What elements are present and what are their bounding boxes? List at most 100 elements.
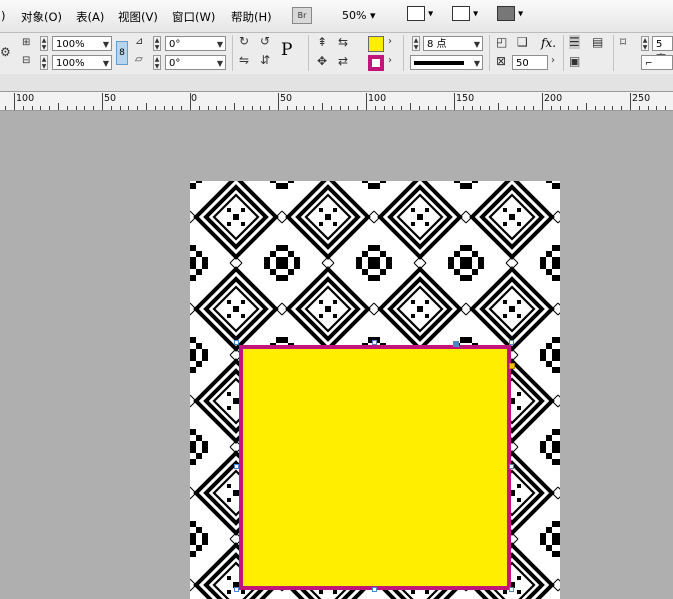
ruler-label: 150 — [456, 93, 475, 104]
ruler-tick — [612, 106, 613, 110]
scale-x-value: 100% — [56, 39, 85, 50]
ruler-label: 50 — [104, 93, 117, 104]
stroke-dropdown-icon[interactable]: › — [388, 55, 392, 66]
rotate-angle-value: 0° — [169, 39, 181, 50]
selection-handle[interactable] — [509, 340, 514, 345]
selection-handle[interactable] — [509, 464, 514, 469]
shadow-icon[interactable]: ❑ — [517, 35, 528, 49]
selected-rectangle-frame[interactable] — [239, 345, 511, 590]
ruler-tick — [516, 106, 517, 110]
menu-item-help[interactable]: 帮助(H) — [231, 9, 272, 25]
select-previous-icon[interactable]: ⇆ — [338, 35, 348, 49]
reference-point-icon[interactable]: ⚙ — [0, 45, 11, 59]
menu-item-view[interactable]: 视图(V) — [118, 9, 158, 25]
drop-shadow-icon[interactable]: ◰ — [496, 35, 507, 49]
view-options-icon — [407, 6, 425, 21]
shear-angle-field[interactable]: 0° ▼ — [165, 55, 226, 70]
selection-handle[interactable] — [234, 464, 239, 469]
ruler-tick — [595, 106, 596, 110]
ruler-tick — [269, 106, 270, 110]
selection-handle[interactable] — [372, 340, 377, 345]
select-content-icon[interactable]: ✥ — [317, 54, 327, 68]
ruler-tick — [445, 106, 446, 110]
ruler-tick — [656, 106, 657, 110]
menu-item-object[interactable]: 对象(O) — [21, 9, 62, 25]
shear-stepper[interactable]: ▲ ▼ — [153, 55, 161, 70]
fill-dropdown-icon[interactable]: › — [388, 36, 392, 47]
scale-x-field[interactable]: 100% ▼ — [52, 36, 112, 51]
frame-fitting-icon[interactable]: ⌑ — [620, 35, 626, 49]
ruler-tick — [84, 106, 85, 110]
opacity-field[interactable]: 50 — [512, 55, 548, 70]
toolbar-separator — [489, 35, 490, 71]
select-next-icon[interactable]: ⇄ — [338, 54, 348, 68]
arrange-documents-button[interactable]: ▾ — [497, 6, 523, 24]
stroke-type-select[interactable]: ▼ — [410, 55, 483, 70]
ruler-tick — [340, 106, 341, 110]
ruler-tick — [533, 106, 534, 110]
edge-field[interactable]: 5 毫 — [652, 36, 673, 65]
scale-y-field[interactable]: 100% ▼ — [52, 55, 112, 70]
ruler-label: 100 — [16, 93, 35, 104]
bridge-button[interactable]: Br — [292, 7, 312, 24]
selection-handle[interactable] — [234, 340, 239, 345]
horizontal-ruler[interactable]: 100 50 0 50 100 150 200 250 — [0, 91, 673, 111]
stroke-weight-field[interactable]: 8 点 ▼ — [423, 36, 483, 51]
selection-handle[interactable] — [509, 587, 514, 592]
live-corner-handle[interactable] — [509, 363, 515, 369]
selection-handle[interactable] — [372, 587, 377, 592]
ruler-tick — [472, 106, 473, 110]
zoom-dropdown[interactable]: 50% ▾ — [342, 9, 375, 22]
selection-handle[interactable] — [234, 587, 239, 592]
screen-mode-button[interactable]: ▾ — [452, 6, 478, 24]
content-grabber-handle[interactable] — [453, 341, 459, 347]
ruler-tick — [419, 106, 420, 110]
ruler-tick — [348, 106, 349, 110]
fill-color-swatch[interactable] — [368, 36, 384, 52]
rotate-angle-field[interactable]: 0° ▼ — [165, 36, 226, 51]
ruler-label: 0 — [191, 93, 198, 104]
ruler-tick — [208, 106, 209, 110]
auto-fit-icon[interactable]: ▣ — [569, 54, 580, 68]
rotate-stepper[interactable]: ▲ ▼ — [153, 36, 161, 51]
ruler-tick — [551, 106, 552, 110]
panel-gap — [0, 74, 673, 91]
frame-content-icon[interactable]: P — [281, 40, 292, 60]
menu-item-edit-fragment[interactable]: ) — [1, 9, 6, 23]
flip-horizontal-icon[interactable]: ⇋ — [239, 53, 249, 67]
stroke-weight-stepper[interactable]: ▲ ▼ — [412, 36, 420, 51]
stroke-color-swatch[interactable] — [368, 55, 384, 71]
ruler-tick — [164, 106, 165, 110]
ruler-tick — [278, 93, 279, 110]
effects-icon[interactable]: fx. — [541, 36, 556, 50]
menu-item-window[interactable]: 窗口(W) — [172, 9, 215, 25]
text-wrap-box-icon[interactable]: ▤ — [592, 35, 603, 49]
rotate-ccw-icon[interactable]: ↺ — [260, 34, 270, 48]
flip-vertical-icon[interactable]: ⇵ — [260, 53, 270, 67]
rotate-cw-icon[interactable]: ↻ — [239, 34, 249, 48]
ruler-tick — [137, 106, 138, 110]
ruler-tick — [542, 93, 543, 110]
edge-stepper[interactable]: ▲ ▼ — [641, 36, 649, 51]
ruler-tick — [243, 106, 244, 110]
scale-y-stepper[interactable]: ▲ ▼ — [40, 55, 48, 70]
ruler-tick — [648, 106, 649, 110]
ruler-tick — [155, 106, 156, 110]
ruler-tick — [296, 106, 297, 110]
ruler-tick — [524, 106, 525, 110]
ruler-tick — [604, 106, 605, 110]
text-wrap-none-icon[interactable]: ☰ — [569, 35, 580, 49]
opacity-dropdown-icon[interactable]: › — [551, 55, 555, 66]
corner-shape-select[interactable]: ⌐ — [641, 55, 673, 70]
toolbar-separator — [563, 35, 564, 71]
select-container-icon[interactable]: ⇞ — [317, 35, 327, 49]
toolbar-separator — [403, 35, 404, 71]
constrain-proportions-icon[interactable]: 8 — [116, 41, 128, 65]
ruler-tick — [498, 103, 499, 110]
view-options-button[interactable]: ▾ — [407, 6, 433, 24]
ruler-tick — [621, 106, 622, 110]
menu-item-table[interactable]: 表(A) — [76, 9, 104, 25]
ruler-tick — [436, 106, 437, 110]
scale-x-stepper[interactable]: ▲ ▼ — [40, 36, 48, 51]
ruler-tick — [639, 106, 640, 110]
